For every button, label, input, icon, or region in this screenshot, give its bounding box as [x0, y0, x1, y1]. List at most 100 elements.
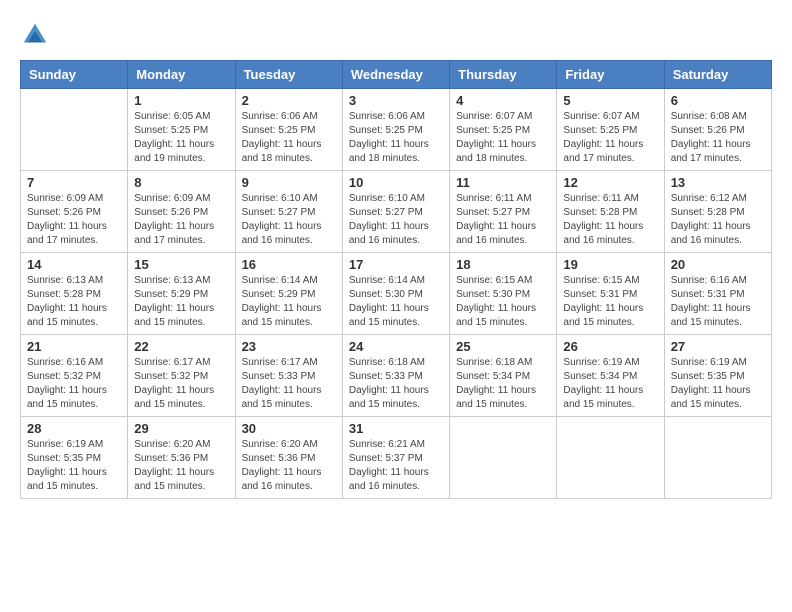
- day-info: Sunrise: 6:08 AMSunset: 5:26 PMDaylight:…: [671, 110, 765, 166]
- day-number: 1: [134, 93, 228, 108]
- day-number: 26: [563, 339, 657, 354]
- logo-icon: [20, 20, 50, 50]
- calendar-cell: 29 Sunrise: 6:20 AMSunset: 5:36 PMDayligh…: [128, 417, 235, 499]
- day-info: Sunrise: 6:10 AMSunset: 5:27 PMDaylight:…: [242, 192, 336, 248]
- day-number: 9: [242, 175, 336, 190]
- calendar-cell: 15Sunrise: 6:13 AMSunset: 5:29 PMDayligh…: [128, 253, 235, 335]
- calendar-cell: [450, 417, 557, 499]
- calendar-cell: 24 Sunrise: 6:18 AMSunset: 5:33 PMDayligh…: [342, 335, 449, 417]
- calendar-cell: 3 Sunrise: 6:06 AMSunset: 5:25 PMDaylight…: [342, 89, 449, 171]
- calendar-cell: 6 Sunrise: 6:08 AMSunset: 5:26 PMDaylight…: [664, 89, 771, 171]
- calendar-cell: 7 Sunrise: 6:09 AMSunset: 5:26 PMDaylight…: [21, 171, 128, 253]
- day-number: 5: [563, 93, 657, 108]
- day-info: Sunrise: 6:11 AMSunset: 5:28 PMDaylight:…: [563, 192, 657, 248]
- day-info: Sunrise: 6:05 AMSunset: 5:25 PMDaylight:…: [134, 110, 228, 166]
- day-number: 8: [134, 175, 228, 190]
- day-number: 12: [563, 175, 657, 190]
- day-number: 29: [134, 421, 228, 436]
- day-info: Sunrise: 6:16 AMSunset: 5:31 PMDaylight:…: [671, 274, 765, 330]
- day-number: 17: [349, 257, 443, 272]
- calendar-cell: 30 Sunrise: 6:20 AMSunset: 5:36 PMDayligh…: [235, 417, 342, 499]
- day-number: 3: [349, 93, 443, 108]
- calendar-cell: 31 Sunrise: 6:21 AMSunset: 5:37 PMDayligh…: [342, 417, 449, 499]
- day-info: Sunrise: 6:19 AMSunset: 5:35 PMDaylight:…: [671, 356, 765, 412]
- calendar-header-thursday: Thursday: [450, 61, 557, 89]
- day-number: 22: [134, 339, 228, 354]
- calendar-cell: [557, 417, 664, 499]
- day-info: Sunrise: 6:10 AMSunset: 5:27 PMDaylight:…: [349, 192, 443, 248]
- logo: [20, 20, 54, 50]
- day-info: Sunrise: 6:20 AMSunset: 5:36 PMDaylight:…: [242, 438, 336, 494]
- day-number: 6: [671, 93, 765, 108]
- calendar-cell: 18 Sunrise: 6:15 AMSunset: 5:30 PMDayligh…: [450, 253, 557, 335]
- calendar-cell: 26 Sunrise: 6:19 AMSunset: 5:34 PMDayligh…: [557, 335, 664, 417]
- calendar-cell: 28 Sunrise: 6:19 AMSunset: 5:35 PMDayligh…: [21, 417, 128, 499]
- day-info: Sunrise: 6:15 AMSunset: 5:31 PMDaylight:…: [563, 274, 657, 330]
- day-info: Sunrise: 6:16 AMSunset: 5:32 PMDaylight:…: [27, 356, 121, 412]
- day-number: 7: [27, 175, 121, 190]
- calendar-cell: 17Sunrise: 6:14 AMSunset: 5:30 PMDayligh…: [342, 253, 449, 335]
- day-number: 10: [349, 175, 443, 190]
- calendar-week-row: 1 Sunrise: 6:05 AMSunset: 5:25 PMDaylight…: [21, 89, 772, 171]
- day-number: 21: [27, 339, 121, 354]
- day-number: 16: [242, 257, 336, 272]
- day-number: 2: [242, 93, 336, 108]
- day-number: 18: [456, 257, 550, 272]
- calendar-cell: 1 Sunrise: 6:05 AMSunset: 5:25 PMDaylight…: [128, 89, 235, 171]
- day-info: Sunrise: 6:14 AMSunset: 5:29 PMDaylight:…: [242, 274, 336, 330]
- calendar-cell: 14 Sunrise: 6:13 AMSunset: 5:28 PMDayligh…: [21, 253, 128, 335]
- calendar-week-row: 7 Sunrise: 6:09 AMSunset: 5:26 PMDaylight…: [21, 171, 772, 253]
- day-info: Sunrise: 6:19 AMSunset: 5:34 PMDaylight:…: [563, 356, 657, 412]
- day-info: Sunrise: 6:12 AMSunset: 5:28 PMDaylight:…: [671, 192, 765, 248]
- calendar-week-row: 21 Sunrise: 6:16 AMSunset: 5:32 PMDayligh…: [21, 335, 772, 417]
- calendar-cell: [664, 417, 771, 499]
- day-info: Sunrise: 6:21 AMSunset: 5:37 PMDaylight:…: [349, 438, 443, 494]
- calendar-table: SundayMondayTuesdayWednesdayThursdayFrid…: [20, 60, 772, 499]
- calendar-header-saturday: Saturday: [664, 61, 771, 89]
- calendar-cell: 9 Sunrise: 6:10 AMSunset: 5:27 PMDaylight…: [235, 171, 342, 253]
- calendar-header-tuesday: Tuesday: [235, 61, 342, 89]
- calendar-cell: 22 Sunrise: 6:17 AMSunset: 5:32 PMDayligh…: [128, 335, 235, 417]
- day-info: Sunrise: 6:06 AMSunset: 5:25 PMDaylight:…: [349, 110, 443, 166]
- day-info: Sunrise: 6:18 AMSunset: 5:33 PMDaylight:…: [349, 356, 443, 412]
- day-number: 4: [456, 93, 550, 108]
- day-number: 25: [456, 339, 550, 354]
- day-number: 30: [242, 421, 336, 436]
- calendar-week-row: 28 Sunrise: 6:19 AMSunset: 5:35 PMDayligh…: [21, 417, 772, 499]
- day-number: 19: [563, 257, 657, 272]
- calendar-week-row: 14 Sunrise: 6:13 AMSunset: 5:28 PMDayligh…: [21, 253, 772, 335]
- day-info: Sunrise: 6:07 AMSunset: 5:25 PMDaylight:…: [563, 110, 657, 166]
- day-number: 23: [242, 339, 336, 354]
- calendar-cell: 16 Sunrise: 6:14 AMSunset: 5:29 PMDayligh…: [235, 253, 342, 335]
- calendar-cell: 5 Sunrise: 6:07 AMSunset: 5:25 PMDaylight…: [557, 89, 664, 171]
- day-number: 24: [349, 339, 443, 354]
- day-number: 31: [349, 421, 443, 436]
- calendar-header-friday: Friday: [557, 61, 664, 89]
- day-info: Sunrise: 6:15 AMSunset: 5:30 PMDaylight:…: [456, 274, 550, 330]
- calendar-cell: 11Sunrise: 6:11 AMSunset: 5:27 PMDayligh…: [450, 171, 557, 253]
- calendar-cell: 25 Sunrise: 6:18 AMSunset: 5:34 PMDayligh…: [450, 335, 557, 417]
- calendar-cell: [21, 89, 128, 171]
- day-info: Sunrise: 6:09 AMSunset: 5:26 PMDaylight:…: [27, 192, 121, 248]
- page-header: [20, 20, 772, 50]
- day-info: Sunrise: 6:18 AMSunset: 5:34 PMDaylight:…: [456, 356, 550, 412]
- calendar-cell: 8 Sunrise: 6:09 AMSunset: 5:26 PMDaylight…: [128, 171, 235, 253]
- day-info: Sunrise: 6:19 AMSunset: 5:35 PMDaylight:…: [27, 438, 121, 494]
- calendar-cell: 21 Sunrise: 6:16 AMSunset: 5:32 PMDayligh…: [21, 335, 128, 417]
- day-info: Sunrise: 6:20 AMSunset: 5:36 PMDaylight:…: [134, 438, 228, 494]
- day-info: Sunrise: 6:06 AMSunset: 5:25 PMDaylight:…: [242, 110, 336, 166]
- day-number: 28: [27, 421, 121, 436]
- day-info: Sunrise: 6:11 AMSunset: 5:27 PMDaylight:…: [456, 192, 550, 248]
- day-info: Sunrise: 6:17 AMSunset: 5:32 PMDaylight:…: [134, 356, 228, 412]
- calendar-header-monday: Monday: [128, 61, 235, 89]
- calendar-cell: 10 Sunrise: 6:10 AMSunset: 5:27 PMDayligh…: [342, 171, 449, 253]
- day-number: 14: [27, 257, 121, 272]
- day-info: Sunrise: 6:13 AMSunset: 5:29 PMDaylight:…: [134, 274, 228, 330]
- calendar-cell: 27Sunrise: 6:19 AMSunset: 5:35 PMDayligh…: [664, 335, 771, 417]
- day-info: Sunrise: 6:09 AMSunset: 5:26 PMDaylight:…: [134, 192, 228, 248]
- calendar-header-sunday: Sunday: [21, 61, 128, 89]
- day-number: 13: [671, 175, 765, 190]
- day-info: Sunrise: 6:13 AMSunset: 5:28 PMDaylight:…: [27, 274, 121, 330]
- calendar-cell: 20Sunrise: 6:16 AMSunset: 5:31 PMDayligh…: [664, 253, 771, 335]
- day-info: Sunrise: 6:17 AMSunset: 5:33 PMDaylight:…: [242, 356, 336, 412]
